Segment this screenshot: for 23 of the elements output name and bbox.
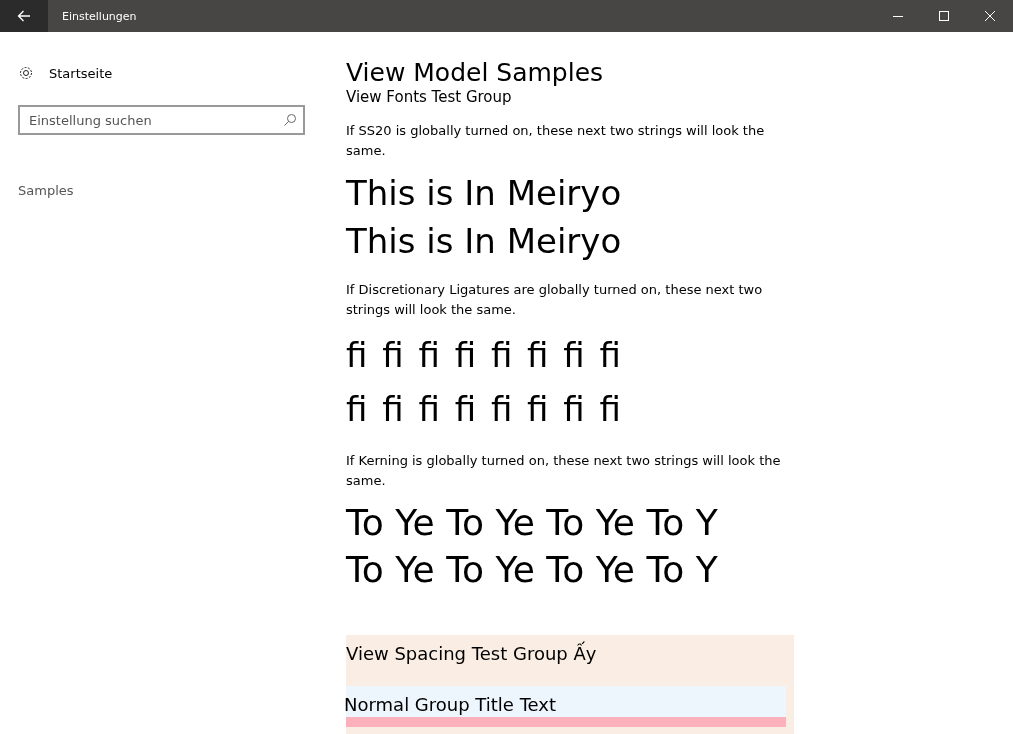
maximize-icon (939, 11, 949, 21)
group-title: Normal Group Title Text (344, 693, 557, 717)
description-text: If Discretionary Ligatures are globally turned on, these next two strings will look the same. (346, 281, 764, 319)
sample-text: ﬁ ﬁ ﬁ ﬁ ﬁ ﬁ ﬁ ﬁ (346, 334, 624, 377)
sample-text: This is In Meiryo (346, 220, 623, 263)
group-title: View Fonts Test Group (346, 88, 513, 106)
home-link[interactable]: Startseite (18, 63, 346, 83)
back-button[interactable] (0, 0, 48, 32)
sample-text: This is In Meiryo (346, 172, 623, 215)
settings-icon (18, 65, 34, 81)
search-field[interactable]: Einstellung suchen (18, 105, 305, 135)
sample-text: To Ye To Ye To Ye To Y (346, 501, 719, 545)
window-title: Einstellungen (62, 9, 138, 23)
close-icon (985, 11, 995, 21)
back-arrow-icon (17, 10, 31, 22)
page-title: View Model Samples (346, 57, 605, 89)
search-icon (283, 113, 297, 127)
description-text: If SS20 is globally turned on, these next two strings will look the same. (346, 122, 766, 160)
sidebar-item[interactable]: Samples (18, 183, 74, 198)
group-title: View Spacing Test Group Ấy (346, 641, 598, 666)
sample-text: To Ye To Ye To Ye To Y (346, 548, 719, 592)
description-text: If Kerning is globally turned on, these next two strings will look the same. (346, 452, 782, 490)
sample-text: ﬁ ﬁ ﬁ ﬁ ﬁ ﬁ ﬁ ﬁ (346, 388, 624, 431)
